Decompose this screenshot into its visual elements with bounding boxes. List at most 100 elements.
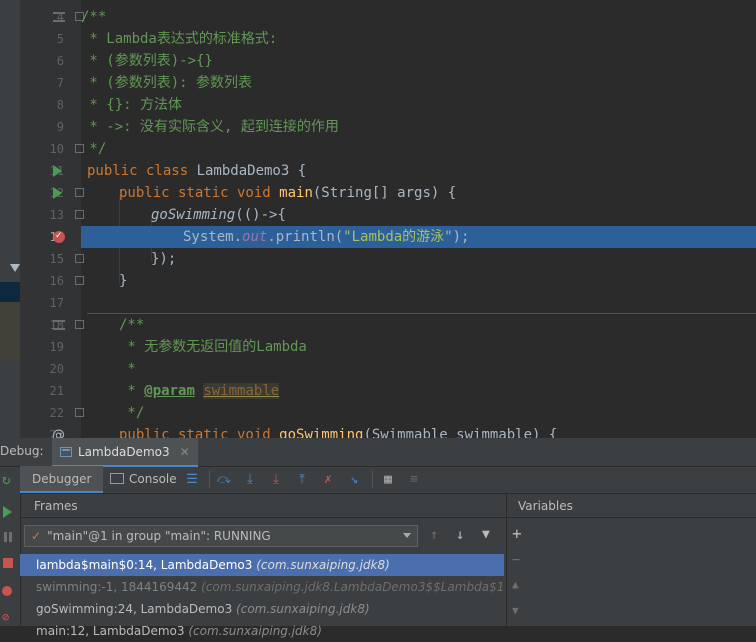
line-number: 8 [56,98,64,112]
debug-tool-window: Debug: LambdaDemo3 ✕ ↻ ⊘ Debugger Consol… [0,438,756,638]
stop-icon[interactable] [3,558,13,568]
thread-selector[interactable]: ✓ "main"@1 in group "main": RUNNING [24,525,418,547]
application-icon [60,446,72,457]
current-execution-line[interactable]: System.out.println("Lambda的游泳"); [81,226,756,248]
project-panel-edge [0,0,20,438]
tab-debugger[interactable]: Debugger [20,466,104,493]
code-line[interactable]: }); [151,248,756,270]
frame-package: (com.sunxaiping.jdk8.LambdaDemo3$$Lambda… [201,580,504,594]
toolbar-divider [372,471,373,488]
collapse-triangle-icon[interactable] [10,264,20,272]
code-line[interactable]: * ->: 没有实际含义, 起到连接的作用 [81,116,756,138]
code-line[interactable]: * {}: 方法体 [81,94,756,116]
code-line[interactable]: /** [119,314,756,336]
pause-icon[interactable] [4,532,7,542]
arrow-down-icon[interactable]: ↓ [456,527,464,543]
variables-panel: Variables + − ▲ ▼ [507,494,756,626]
toolbar-divider [209,471,210,488]
code-line[interactable]: * @param swimmable [119,380,756,402]
debug-session-tab[interactable]: LambdaDemo3 ✕ [52,438,198,467]
filter-icon[interactable]: ▼ [482,527,490,542]
pause-icon[interactable] [9,532,12,542]
debug-side-toolbar: ↻ ⊘ [0,466,21,626]
session-name: LambdaDemo3 [78,444,170,459]
javadoc-icon[interactable] [53,320,65,330]
add-watch-icon[interactable]: + [512,524,522,543]
frames-layout-icon[interactable]: ☰ [184,471,200,487]
resume-icon[interactable] [3,506,12,518]
move-down-icon[interactable]: ▼ [512,604,519,617]
line-number: 5 [56,32,64,46]
code-text: (()->{ [235,207,286,223]
line-number: 21 [49,384,64,398]
evaluate-expression-icon[interactable]: ▦ [380,471,396,487]
line-number: 9 [56,120,64,134]
code-line[interactable]: * Lambda表达式的标准格式: [81,28,756,50]
code-line[interactable]: } [119,270,756,292]
code-line[interactable]: */ [119,402,756,424]
method-name: main [279,185,313,201]
close-icon[interactable]: ✕ [180,445,190,459]
static-field: out [242,229,268,245]
drop-frame-icon[interactable]: ✗ [320,471,336,487]
frame-row[interactable]: goSwimming:24, LambdaDemo3 (com.sunxaipi… [20,598,504,620]
run-main-icon[interactable] [53,187,62,199]
frame-method: lambda$main$0:14, LambdaDemo3 [36,558,253,572]
line-number: 19 [49,340,64,354]
remove-watch-icon[interactable]: − [512,552,520,568]
mute-breakpoints-icon[interactable]: ⊘ [2,610,9,624]
keyword: public class [87,163,197,179]
step-over-icon[interactable]: ⤼ [216,471,232,487]
step-out-icon[interactable]: ⤒ [294,471,310,487]
code-line[interactable]: * (参数列表): 参数列表 [81,72,756,94]
tab-console[interactable]: Console [117,466,189,493]
code-line[interactable]: public static void main(String[] args) { [119,182,756,204]
javadoc-icon[interactable] [53,12,65,22]
code-text: (String[] args) { [312,185,457,201]
view-breakpoints-icon[interactable] [2,586,12,596]
code-text: (Swimmable swimmable) { [363,427,558,438]
frame-package: (com.sunxaiping.jdk8) [236,602,370,616]
param-value: swimmable [203,383,280,399]
trace-icon[interactable]: ≡ [406,471,422,487]
line-number: 16 [49,274,64,288]
frame-row[interactable]: swimming:-1, 1844169442 (com.sunxaiping.… [20,576,504,598]
line-number: 15 [49,252,64,266]
code-line[interactable]: * 无参数无返回值的Lambda [119,336,756,358]
frames-header: Frames [20,494,506,518]
variables-header: Variables [507,494,756,518]
frame-row[interactable]: main:12, LambdaDemo3 (com.sunxaiping.jdk… [20,620,504,642]
step-into-icon[interactable]: ⤓ [242,471,258,487]
code-line[interactable]: public static void goSwimming(Swimmable … [119,424,756,438]
keyword: public static void [119,427,280,438]
code-line[interactable] [81,292,756,314]
breakpoint-icon[interactable]: ✓ [53,231,65,243]
line-number: 20 [49,362,64,376]
line-number: 22 [49,406,64,420]
frame-package: (com.sunxaiping.jdk8) [188,624,322,638]
frame-row[interactable]: lambda$main$0:14, LambdaDemo3 (com.sunxa… [20,554,504,576]
class-name: LambdaDemo3 { [196,163,307,179]
code-editor[interactable]: /** * Lambda表达式的标准格式: * (参数列表)->{} * (参数… [81,0,756,438]
code-line[interactable]: */ [81,138,756,160]
force-step-into-icon[interactable]: ⤓ [268,471,284,487]
frame-method: swimming:-1, 1844169442 [36,580,198,594]
code-line[interactable]: goSwimming(()->{ [151,204,756,226]
frame-method: main:12, LambdaDemo3 [36,624,185,638]
javadoc-tag: @param [144,383,195,399]
move-up-icon[interactable]: ▲ [512,578,519,591]
arrow-up-icon[interactable]: ↑ [430,527,438,543]
method-name: goSwimming [279,427,364,438]
code-line[interactable]: public class LambdaDemo3 { [87,160,756,182]
rerun-icon[interactable]: ↻ [2,472,10,488]
debug-title-bar: Debug: LambdaDemo3 ✕ [0,438,756,467]
code-line[interactable]: * [119,358,756,380]
check-icon: ✓ [31,529,42,543]
code-line[interactable]: * (参数列表)->{} [81,50,756,72]
editor-gutter: 4 5 6 7 8 9 10 11 12 13 14 15 16 17 18 1… [20,0,84,443]
frames-panel: Frames ✓ "main"@1 in group "main": RUNNI… [20,494,507,638]
code-line[interactable]: /** [81,6,756,28]
run-to-cursor-icon[interactable]: ↘ [346,471,362,487]
run-class-icon[interactable] [53,165,62,177]
thread-selector-value: "main"@1 in group "main": RUNNING [47,529,271,543]
